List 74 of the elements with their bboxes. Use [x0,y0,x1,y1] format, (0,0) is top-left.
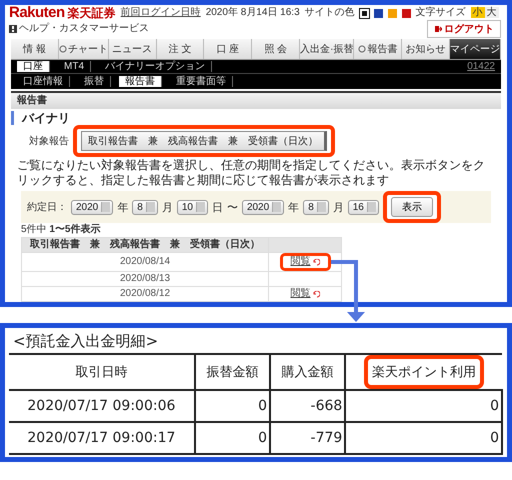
sub-tab[interactable]: 口座 [17,61,50,72]
range-separator: 〜 [226,200,238,214]
logo-text: 楽天証券 [68,7,116,19]
table-cell: 0 [345,390,502,422]
field-label: 対象報告 [29,134,69,148]
nav-tab[interactable]: 報告書 [354,39,402,59]
return-icon [312,290,320,298]
table-cell: 0 [345,422,502,454]
table-cell: 0 [194,390,270,422]
nav-tab[interactable]: 情 報 [11,39,59,59]
nav-tab[interactable]: 入出金·振替 [300,39,354,59]
help-link[interactable]: ヘルプ・カスタマーサービス [19,23,149,35]
date-dropdown[interactable]: 2020 [242,200,284,214]
table-cell: 2020/08/12 [22,286,268,302]
sub-tab[interactable]: 口座情報 [17,76,70,87]
return-icon [312,258,320,266]
font-size-option[interactable]: 大 [484,7,499,18]
unit-label: 日 [212,200,223,214]
nav-tab[interactable]: 注 文 [156,39,204,59]
section-header: 報告書 [11,91,501,109]
table-cell: 2020/07/17 09:00:17 [9,422,195,454]
table-cell: 2020/07/17 09:00:06 [9,390,195,422]
view-link[interactable]: 閲覧 [280,253,330,271]
site-color-label: サイトの色 [304,7,355,19]
color-swatch[interactable] [388,8,397,18]
logo-text: Rakuten [9,7,65,19]
color-swatch[interactable] [374,8,383,18]
date-dropdown[interactable]: 16 [348,200,379,214]
report-dropdown[interactable]: 取引報告書 兼 残高報告書 兼 受領書（日次） [81,131,327,151]
last-login-time: 2020年 8月14日 16:3 [206,7,300,19]
unit-label: 年 [117,200,128,214]
instruction-text: ご覧になりたい対象報告書を選択し、任意の期間を指定してください。表示ボタンをクリックすると、指定した報告書と期間に応じて報告書が表示されます [17,158,486,188]
font-size-option[interactable]: 小 [470,7,485,18]
logout-button[interactable]: ログアウト [427,20,501,38]
last-login-link[interactable]: 前回ログイン日時 [120,7,201,19]
sub-tab[interactable]: 重要書面等 [170,76,233,87]
table-cell: 2020/08/14 [22,252,268,272]
table-cell: 0 [194,422,270,454]
table-cell: -779 [270,422,346,454]
account-number[interactable]: 01422 [467,61,495,72]
color-swatch[interactable] [360,8,369,18]
connector-arrow [331,260,365,322]
nav-tab[interactable]: チャート [58,39,109,59]
column-header: 取引日時 [75,365,128,380]
show-button[interactable]: 表示 [390,197,433,217]
unit-label: 月 [332,200,344,214]
table-cell: -668 [270,390,346,422]
section-title: <預託金入出金明細> [13,332,160,350]
nav-tab[interactable]: ニュース [108,39,157,59]
view-link[interactable]: 閲覧 [290,288,320,300]
nav-tab[interactable]: 口 座 [204,39,252,59]
color-swatch[interactable] [402,8,411,18]
help-icon [9,25,17,33]
unit-label: 年 [288,200,300,214]
table-cell: 2020/08/13 [22,272,268,286]
sub-tab[interactable]: MT4 [58,61,91,72]
sub-tab[interactable]: 振替 [78,76,111,87]
logout-icon [434,25,442,33]
column-header: 振替金額 [206,365,258,380]
field-label: 約定日： [27,200,67,214]
column-header: 購入金額 [282,365,334,380]
column-header: 楽天ポイント利用 [364,355,484,389]
result-count: 5件中 1〜5件表示 [21,224,102,236]
sub-tab[interactable]: バイナリーオプション [99,61,212,72]
date-dropdown[interactable]: 8 [303,200,329,214]
unit-label: 月 [162,200,173,214]
date-dropdown[interactable]: 8 [132,200,158,214]
date-dropdown[interactable]: 2020 [71,200,114,214]
date-dropdown[interactable]: 10 [176,200,208,214]
column-header: 取引報告書 兼 残高報告書 兼 受領書（日次） [22,238,268,252]
nav-tab[interactable]: マイページ [450,39,502,59]
sub-tab[interactable]: 報告書 [119,76,162,87]
font-size-label: 文字サイズ [416,7,466,19]
nav-tab[interactable]: 照 会 [252,39,300,59]
